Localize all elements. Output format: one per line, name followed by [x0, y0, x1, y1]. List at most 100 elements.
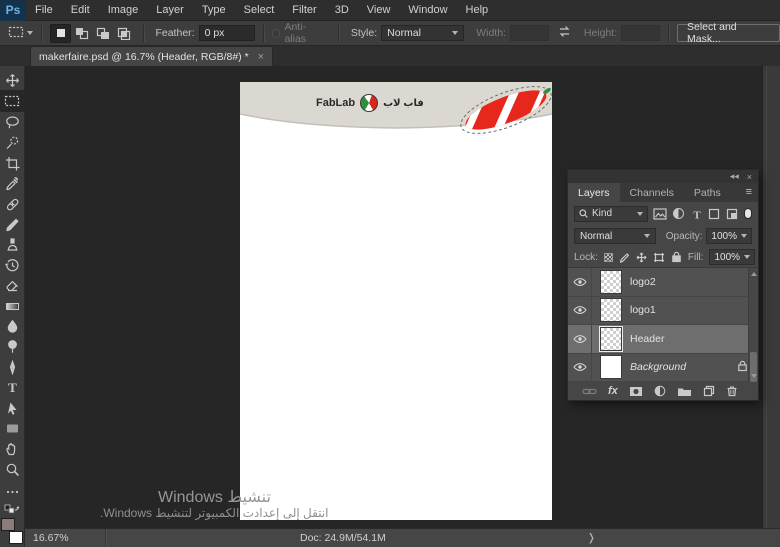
tool-preset-picker[interactable]: [8, 25, 33, 42]
filter-pixel-layers-icon[interactable]: [653, 206, 667, 221]
menu-image[interactable]: Image: [99, 0, 148, 21]
lasso-tool[interactable]: [0, 112, 25, 132]
pen-tool[interactable]: [0, 357, 25, 377]
filter-smart-objects-icon[interactable]: [726, 206, 739, 221]
visibility-eye-icon[interactable]: [568, 325, 592, 353]
width-input[interactable]: [509, 25, 549, 41]
new-layer-icon[interactable]: [703, 385, 715, 397]
menu-view[interactable]: View: [358, 0, 400, 21]
subtract-from-selection-button[interactable]: [92, 24, 113, 43]
clone-stamp-tool[interactable]: [0, 235, 25, 255]
quick-selection-tool[interactable]: [0, 133, 25, 153]
delete-layer-trash-icon[interactable]: [726, 385, 738, 397]
visibility-eye-icon[interactable]: [568, 268, 592, 296]
lock-artboard-icon[interactable]: [653, 252, 665, 263]
opacity-select[interactable]: 100%: [706, 228, 752, 244]
blend-mode-select[interactable]: Normal: [574, 228, 656, 244]
menu-layer[interactable]: Layer: [147, 0, 193, 21]
blur-tool[interactable]: [0, 316, 25, 336]
style-select[interactable]: Normal: [381, 25, 465, 41]
lock-all-icon[interactable]: [671, 251, 682, 263]
layer-row-background[interactable]: Background: [568, 353, 758, 382]
swap-colors-icon[interactable]: [0, 502, 25, 516]
edit-toolbar-ellipsis[interactable]: [0, 481, 25, 501]
collapse-panel-icon[interactable]: ◂◂: [730, 171, 739, 182]
layer-list-scrollbar[interactable]: [748, 268, 758, 382]
tab-channels[interactable]: Channels: [620, 183, 684, 202]
menu-edit[interactable]: Edit: [62, 0, 99, 21]
tab-layers[interactable]: Layers: [568, 183, 620, 202]
striped-ellipse-logo-selected[interactable]: [456, 82, 552, 138]
layer-row-header-selected[interactable]: Header: [568, 325, 758, 354]
gradient-tool[interactable]: [0, 296, 25, 316]
path-selection-tool[interactable]: [0, 398, 25, 418]
close-tab-icon[interactable]: ×: [258, 51, 264, 63]
swap-width-height-icon[interactable]: [557, 25, 572, 41]
layer-filtering-toggle[interactable]: [743, 208, 752, 219]
menu-help[interactable]: Help: [457, 0, 498, 21]
lock-transparent-pixels-icon[interactable]: [603, 252, 613, 262]
menu-file[interactable]: File: [26, 0, 62, 21]
rectangular-marquee-tool[interactable]: [0, 90, 25, 113]
intersect-selection-button[interactable]: [113, 24, 134, 43]
photoshop-logo[interactable]: Ps: [0, 0, 26, 21]
status-flyout-chevron[interactable]: ❭: [587, 532, 596, 544]
new-adjustment-layer-icon[interactable]: [654, 385, 666, 397]
layer-row-logo2[interactable]: logo2: [568, 268, 758, 297]
eyedropper-tool[interactable]: [0, 174, 25, 194]
filter-shape-layers-icon[interactable]: [708, 206, 721, 221]
new-selection-button[interactable]: [49, 23, 72, 43]
height-input[interactable]: [621, 25, 661, 41]
eraser-tool[interactable]: [0, 276, 25, 296]
layer-row-logo1[interactable]: logo1: [568, 296, 758, 325]
close-panel-icon[interactable]: ×: [747, 172, 752, 182]
rectangle-shape-tool[interactable]: [0, 418, 25, 438]
menu-window[interactable]: Window: [399, 0, 456, 21]
foreground-background-swatches[interactable]: [1, 517, 23, 544]
menu-3d[interactable]: 3D: [326, 0, 358, 21]
tab-paths[interactable]: Paths: [684, 183, 731, 202]
history-brush-tool[interactable]: [0, 255, 25, 275]
type-tool[interactable]: T: [0, 377, 25, 397]
feather-input[interactable]: 0 px: [198, 25, 255, 41]
lock-position-icon[interactable]: [636, 252, 647, 263]
kind-filter-select[interactable]: Kind: [574, 205, 649, 222]
foreground-color-swatch[interactable]: [1, 517, 15, 531]
brush-tool[interactable]: [0, 214, 25, 234]
filter-adjustment-layers-icon[interactable]: [672, 206, 685, 221]
zoom-level-field[interactable]: 16.67%: [25, 532, 77, 544]
anti-alias-checkbox[interactable]: [271, 28, 281, 38]
background-color-swatch[interactable]: [9, 530, 23, 544]
layer-name[interactable]: logo1: [630, 304, 656, 316]
visibility-eye-icon[interactable]: [568, 353, 592, 381]
spot-healing-brush-tool[interactable]: [0, 194, 25, 214]
add-to-selection-button[interactable]: [71, 24, 92, 43]
menu-filter[interactable]: Filter: [283, 0, 325, 21]
layer-thumbnail[interactable]: [600, 355, 622, 380]
layer-name[interactable]: logo2: [630, 276, 656, 288]
hand-tool[interactable]: [0, 439, 25, 459]
crop-tool[interactable]: [0, 153, 25, 173]
scroll-down-icon[interactable]: [751, 374, 757, 378]
zoom-tool[interactable]: [0, 459, 25, 479]
select-and-mask-button[interactable]: Select and Mask...: [677, 21, 780, 45]
menu-type[interactable]: Type: [193, 0, 235, 21]
add-layer-mask-icon[interactable]: [629, 386, 643, 397]
document-tab[interactable]: makerfaire.psd @ 16.7% (Header, RGB/8#) …: [30, 46, 274, 66]
layer-thumbnail[interactable]: [600, 298, 622, 323]
menu-select[interactable]: Select: [235, 0, 284, 21]
layer-name[interactable]: Background: [630, 361, 686, 373]
dodge-tool[interactable]: [0, 337, 25, 357]
new-group-folder-icon[interactable]: [677, 386, 692, 397]
link-layers-icon[interactable]: [582, 387, 597, 396]
lock-image-pixels-icon[interactable]: [619, 252, 630, 263]
filter-type-layers-icon[interactable]: T: [690, 206, 703, 221]
fill-select[interactable]: 100%: [709, 249, 756, 265]
move-tool[interactable]: [0, 70, 25, 90]
layer-thumbnail[interactable]: [599, 325, 623, 352]
panel-menu-icon[interactable]: ≡: [746, 183, 752, 202]
layer-thumbnail[interactable]: [600, 269, 622, 294]
scroll-up-icon[interactable]: [751, 272, 757, 276]
visibility-eye-icon[interactable]: [568, 296, 592, 324]
layer-style-fx-icon[interactable]: fx: [608, 385, 618, 397]
